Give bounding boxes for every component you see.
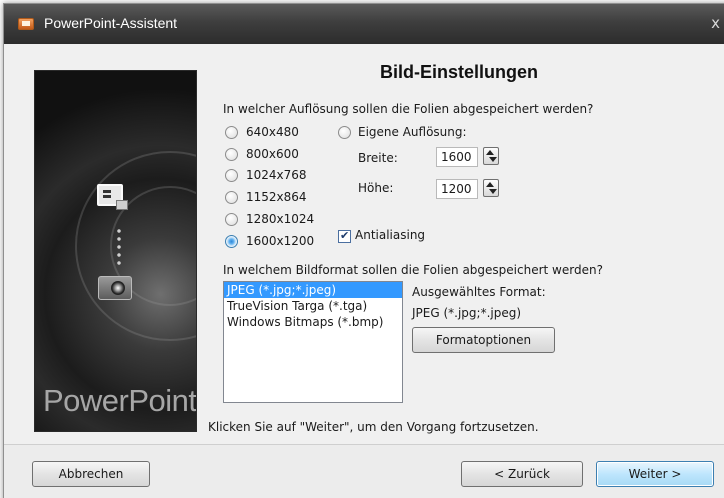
close-icon[interactable]: x [711, 14, 720, 32]
height-spinner-icon[interactable] [483, 179, 499, 197]
wizard-window: PowerPoint-Assistent x PowerPoint Bild-E… [3, 3, 724, 498]
format-listbox[interactable]: JPEG (*.jpg;*.jpeg) TrueVision Targa (*.… [223, 281, 403, 403]
custom-resolution-label: Eigene Auflösung: [358, 125, 467, 139]
antialiasing-label: Antialiasing [355, 228, 426, 242]
wizard-content: PowerPoint Bild-Einstellungen In welcher… [4, 44, 724, 444]
next-button[interactable]: Weiter > [596, 461, 714, 487]
side-banner: PowerPoint [34, 70, 197, 432]
resolution-radio-1600x1200[interactable] [225, 235, 238, 248]
page-heading: Bild-Einstellungen [380, 62, 539, 82]
resolution-radio-1152x864[interactable] [225, 191, 238, 204]
window-title: PowerPoint-Assistent [44, 15, 178, 31]
format-question: In welchem Bildformat sollen die Folien … [223, 263, 603, 277]
instruction-text: Klicken Sie auf "Weiter", um den Vorgang… [208, 420, 539, 434]
antialiasing-checkbox[interactable] [338, 229, 351, 243]
resolution-question: In welcher Auflösung sollen die Folien a… [223, 102, 594, 116]
width-spinner-icon[interactable] [483, 147, 499, 165]
back-button[interactable]: < Zurück [461, 461, 583, 487]
button-bar: Abbrechen < Zurück Weiter > [4, 444, 724, 498]
resolution-label: 1280x1024 [246, 212, 315, 226]
width-label: Breite: [358, 151, 398, 165]
title-bar[interactable]: PowerPoint-Assistent x [4, 4, 724, 44]
format-options-button[interactable]: Formatoptionen [412, 327, 555, 353]
banner-brand-text: PowerPoint [43, 383, 197, 418]
height-input[interactable]: 1200 [436, 179, 478, 199]
resolution-label: 1600x1200 [246, 234, 315, 248]
photo-icon [98, 276, 132, 300]
slide-icon [97, 184, 128, 210]
powerpoint-app-icon [18, 18, 34, 30]
resolution-radio-640x480[interactable] [225, 126, 238, 139]
resolution-label: 800x600 [246, 147, 299, 161]
list-item[interactable]: TrueVision Targa (*.tga) [224, 298, 402, 314]
height-label: Höhe: [358, 181, 394, 195]
cancel-button[interactable]: Abbrechen [32, 461, 150, 487]
resolution-label: 640x480 [246, 125, 299, 139]
selected-format-label: Ausgewähltes Format: [412, 285, 546, 299]
resolution-label: 1152x864 [246, 190, 307, 204]
custom-resolution-radio[interactable] [338, 126, 351, 139]
list-item[interactable]: JPEG (*.jpg;*.jpeg) [224, 282, 402, 298]
resolution-radio-1024x768[interactable] [225, 169, 238, 182]
list-item[interactable]: Windows Bitmaps (*.bmp) [224, 314, 402, 330]
resolution-radio-800x600[interactable] [225, 148, 238, 161]
resolution-label: 1024x768 [246, 168, 307, 182]
width-input[interactable]: 1600 [436, 147, 478, 167]
connector-dots [117, 227, 121, 267]
resolution-radio-1280x1024[interactable] [225, 213, 238, 226]
selected-format-value: JPEG (*.jpg;*.jpeg) [412, 306, 522, 320]
